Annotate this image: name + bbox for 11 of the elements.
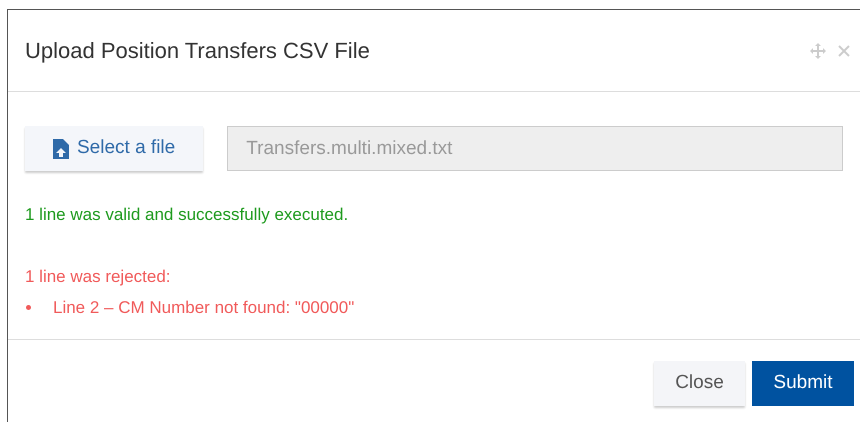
bullet-icon — [26, 305, 31, 310]
error-item: Line 2 – CM Number not found: "00000" — [53, 297, 354, 319]
select-file-button[interactable]: Select a file — [25, 126, 204, 171]
move-icon[interactable] — [810, 42, 826, 58]
close-button[interactable]: Close — [654, 361, 745, 406]
file-upload-icon — [53, 138, 69, 158]
dialog-title: Upload Position Transfers CSV File — [25, 37, 370, 65]
close-icon[interactable] — [838, 44, 850, 56]
submit-button[interactable]: Submit — [752, 361, 854, 406]
error-message: 1 line was rejected: — [25, 266, 172, 288]
success-message: 1 line was valid and successfully executed. — [25, 204, 350, 226]
